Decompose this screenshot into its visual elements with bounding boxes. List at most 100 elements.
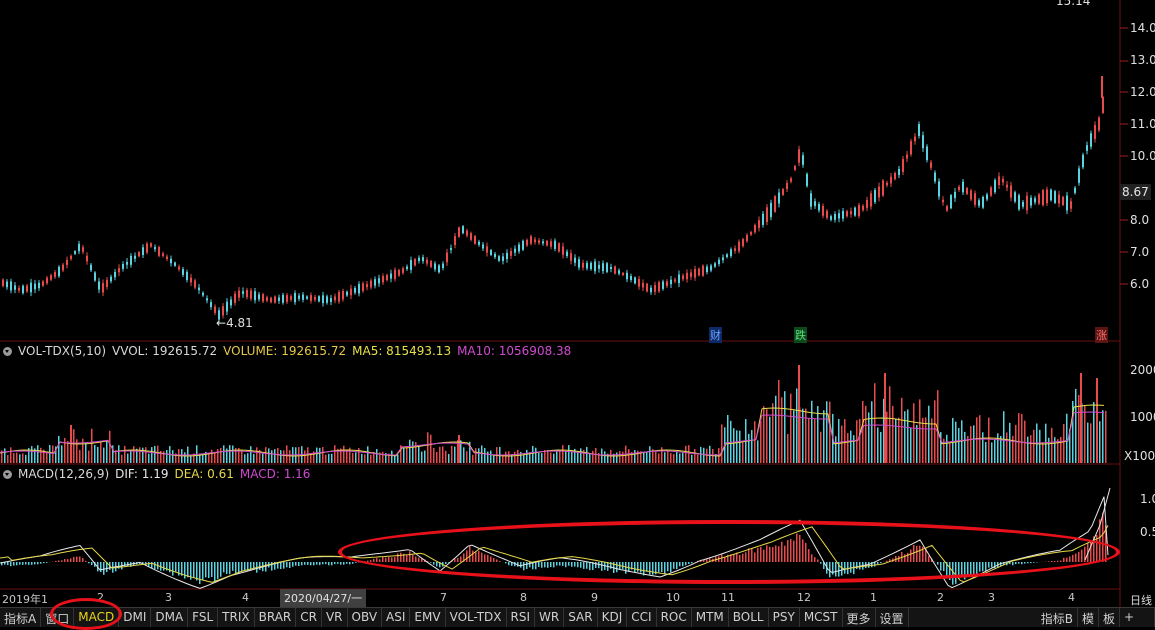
dea-value: DEA: 0.61 bbox=[174, 467, 233, 481]
tab-10[interactable]: OBV bbox=[348, 608, 383, 627]
volume-bar bbox=[25, 455, 27, 463]
event-badge-down[interactable]: 跌 bbox=[794, 327, 807, 343]
tab-14[interactable]: RSI bbox=[507, 608, 536, 627]
volume-bar bbox=[727, 415, 729, 463]
tab-11[interactable]: ASI bbox=[382, 608, 410, 627]
candle-body bbox=[694, 269, 696, 278]
candle-body bbox=[870, 193, 872, 206]
volume-bar bbox=[757, 440, 759, 463]
candle-body bbox=[474, 236, 476, 244]
volume-bar bbox=[697, 455, 699, 463]
candle-body bbox=[110, 277, 112, 282]
candle-body bbox=[882, 180, 884, 195]
add-button[interactable]: + bbox=[1120, 608, 1155, 627]
tab-12[interactable]: EMV bbox=[410, 608, 445, 627]
candle-body bbox=[854, 208, 856, 216]
date-axis: 2019年1 2 3 4 7 8 9 10 11 12 1 2 3 4 bbox=[0, 590, 1120, 606]
tab-13[interactable]: VOL-TDX bbox=[446, 608, 507, 627]
candle-body bbox=[946, 206, 948, 210]
tab-9[interactable]: VR bbox=[322, 608, 348, 627]
volume-bar bbox=[1030, 435, 1032, 463]
volume-bar bbox=[466, 451, 468, 463]
volume-bar bbox=[244, 454, 246, 463]
tab-8[interactable]: CR bbox=[296, 608, 322, 627]
tab-7[interactable]: BRAR bbox=[255, 608, 297, 627]
tab-16[interactable]: SAR bbox=[564, 608, 597, 627]
ma10-value: MA10: 1056908.38 bbox=[457, 344, 571, 358]
volume-bar bbox=[1054, 437, 1056, 463]
price-tick: 13.0 bbox=[1130, 53, 1155, 67]
macd-histogram-bar bbox=[67, 559, 69, 562]
volume-indicator-header: VOL-TDX(5,10) VVOL: 192615.72 VOLUME: 19… bbox=[0, 343, 577, 359]
volume-bar bbox=[439, 447, 441, 463]
tab-23[interactable]: MCST bbox=[800, 608, 843, 627]
dropdown-circle-icon[interactable] bbox=[3, 347, 12, 356]
candle-body bbox=[206, 298, 208, 300]
candle-body bbox=[926, 147, 928, 161]
tab-board[interactable]: 板 bbox=[1099, 608, 1120, 627]
candle-body bbox=[406, 267, 408, 269]
tab-3[interactable]: DMI bbox=[119, 608, 151, 627]
volume-bar bbox=[874, 383, 876, 463]
macd-title[interactable]: MACD(12,26,9) bbox=[18, 467, 109, 481]
tab-template[interactable]: 模 bbox=[1078, 608, 1099, 627]
candle-body bbox=[210, 302, 212, 307]
tab-18[interactable]: CCI bbox=[627, 608, 656, 627]
tab-15[interactable]: WR bbox=[535, 608, 564, 627]
candle-body bbox=[18, 288, 20, 291]
tab-21[interactable]: BOLL bbox=[729, 608, 769, 627]
volume-bar bbox=[1080, 373, 1082, 463]
right-tab-group: 指标B 模 板 + bbox=[1037, 608, 1155, 627]
volume-bar bbox=[655, 451, 657, 463]
candle-body bbox=[1026, 196, 1028, 211]
volume-bar bbox=[91, 429, 93, 463]
candle-body bbox=[290, 296, 292, 299]
event-badge-up[interactable]: 涨 bbox=[1095, 327, 1108, 343]
tab-20[interactable]: MTM bbox=[692, 608, 729, 627]
candle-body bbox=[774, 196, 776, 212]
tab-22[interactable]: PSY bbox=[769, 608, 800, 627]
macd-histogram-bar bbox=[259, 562, 261, 570]
candle-body bbox=[766, 207, 768, 222]
tab-17[interactable]: KDJ bbox=[598, 608, 628, 627]
volume-bar bbox=[580, 448, 582, 463]
candle-body bbox=[1062, 197, 1064, 205]
candle-body bbox=[530, 236, 532, 244]
ma5-value: MA5: 815493.13 bbox=[352, 344, 451, 358]
tab-0[interactable]: 指标A bbox=[0, 608, 41, 627]
period-label[interactable]: 日线 bbox=[1130, 592, 1152, 608]
volume-bar bbox=[847, 433, 849, 463]
candle-body bbox=[222, 306, 224, 315]
volume-bar bbox=[964, 432, 966, 463]
candle-body bbox=[1042, 190, 1044, 205]
volume-bar bbox=[280, 450, 282, 463]
volume-bar bbox=[94, 445, 96, 463]
candle-body bbox=[242, 291, 244, 294]
dropdown-circle-icon[interactable] bbox=[3, 470, 12, 479]
volume-bar bbox=[40, 448, 42, 463]
volume-value: VOLUME: 192615.72 bbox=[223, 344, 346, 358]
volume-bar bbox=[604, 451, 606, 463]
tab-5[interactable]: FSL bbox=[188, 608, 218, 627]
volume-bar bbox=[889, 386, 891, 463]
volume-bar bbox=[100, 442, 102, 463]
volume-bar bbox=[214, 453, 216, 463]
event-badge-finance[interactable]: 财 bbox=[709, 327, 722, 343]
tab-19[interactable]: ROC bbox=[657, 608, 692, 627]
volume-bar bbox=[922, 418, 924, 463]
candle-body bbox=[890, 177, 892, 184]
vol-title[interactable]: VOL-TDX(5,10) bbox=[18, 344, 106, 358]
tab-indicator-b[interactable]: 指标B bbox=[1037, 608, 1078, 627]
volume-bar bbox=[835, 436, 837, 463]
candle-body bbox=[1018, 195, 1020, 209]
macd-histogram-bar bbox=[82, 558, 84, 562]
candle-body bbox=[550, 241, 552, 247]
tab-24[interactable]: 更多 bbox=[843, 608, 876, 627]
tab-4[interactable]: DMA bbox=[151, 608, 188, 627]
tab-25[interactable]: 设置 bbox=[876, 608, 909, 627]
candle-body bbox=[422, 257, 424, 261]
candle-body bbox=[586, 263, 588, 269]
candle-body bbox=[862, 206, 864, 210]
volume-bar bbox=[880, 432, 882, 463]
tab-6[interactable]: TRIX bbox=[218, 608, 254, 627]
